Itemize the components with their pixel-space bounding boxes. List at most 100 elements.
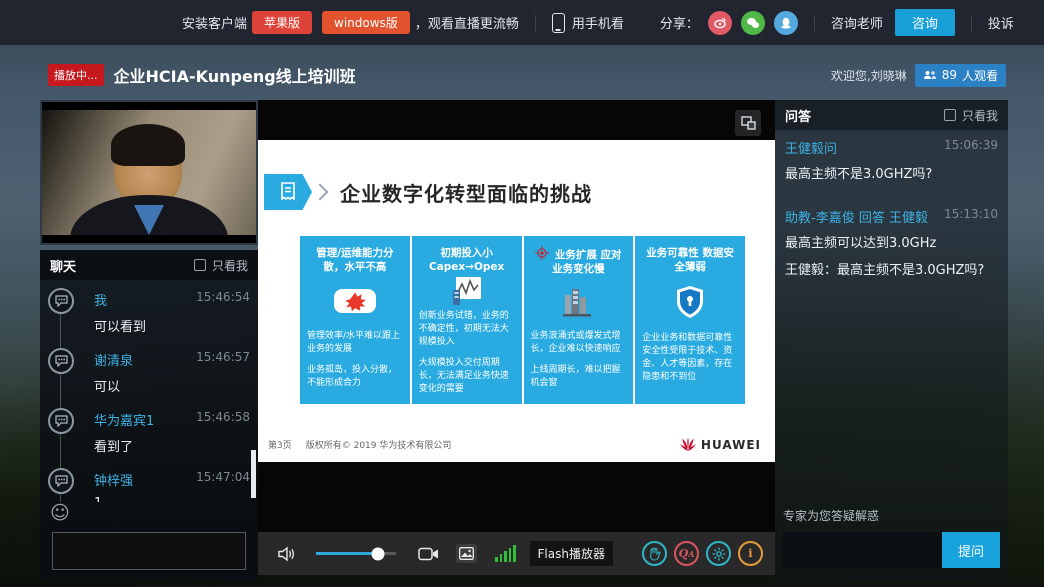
qa-user-name: 王健毅问 <box>785 138 837 157</box>
huawei-brand-text: HUAWEI <box>701 438 761 452</box>
qa-timestamp: 15:06:39 <box>944 138 998 157</box>
apple-version-button[interactable]: 苹果版 <box>252 11 312 34</box>
consult-button[interactable]: 咨询 <box>895 9 955 36</box>
qa-footer: 专家为您答疑解惑 提问 <box>775 507 1008 582</box>
card-title: 初期投入小 Capex→Opex <box>419 246 515 276</box>
camera-icon[interactable] <box>418 547 440 561</box>
viewers-count: 89 <box>942 68 957 82</box>
chat-message-text: 可以看到 <box>94 316 250 335</box>
qa-message-line: 王健毅：最高主频不是3.0GHZ吗? <box>785 261 998 281</box>
presenter-webcam-video[interactable] <box>40 100 258 245</box>
chat-message-text: 1 <box>94 496 250 502</box>
card-icon <box>307 276 403 326</box>
player-controls: Flash播放器 QA i <box>258 532 775 575</box>
card-body-line: 管理效率/水平难以跟上业务的发展 <box>307 330 403 356</box>
question-input[interactable] <box>783 532 942 568</box>
chat-timestamp: 15:46:54 <box>196 290 250 309</box>
qa-message: 助教-李嘉俊 回答 王健毅 15:13:10 最高主频可以达到3.0GHz 王健毅… <box>785 207 998 281</box>
volume-fill <box>316 552 378 555</box>
chevron-icon <box>312 184 329 201</box>
emoji-button[interactable]: ☺ <box>40 502 258 525</box>
mobile-label: 用手机看 <box>572 13 624 32</box>
qq-share-icon[interactable] <box>774 11 798 35</box>
chat-bubble-avatar-icon <box>48 348 74 374</box>
chat-title: 聊天 <box>50 256 76 275</box>
share-label: 分享： <box>660 13 699 32</box>
chat-message-text: 可以 <box>94 376 250 395</box>
ask-question-button[interactable]: 提问 <box>942 532 1000 568</box>
divider <box>971 15 972 31</box>
chat-timestamp: 15:46:58 <box>196 410 250 429</box>
qa-message-line: 最高主频不是3.0GHZ吗? <box>785 165 998 185</box>
settings-gear-icon[interactable] <box>706 541 731 566</box>
qa-message: 王健毅问 15:06:39 最高主频不是3.0GHZ吗? <box>785 138 998 185</box>
phone-icon <box>552 13 565 33</box>
volume-knob[interactable] <box>372 547 385 560</box>
divider <box>535 15 536 31</box>
challenge-card: 初期投入小 Capex→Opex 创新业务试错，业务的不确定性，初期无法大规模投… <box>412 236 522 404</box>
volume-slider[interactable] <box>316 552 396 555</box>
card-body: 创新业务试错，业务的不确定性，初期无法大规模投入大规模投入交付周期长，无法满足业… <box>419 310 515 404</box>
complaint-button[interactable]: 投诉 <box>988 13 1014 32</box>
qa-title: 问答 <box>785 106 811 125</box>
chat-user-name: 谢清泉 <box>94 350 133 369</box>
card-body: 管理效率/水平难以跟上业务的发展业务孤岛，投入分散，不能形成合力 <box>307 330 403 398</box>
challenge-cards: 管理/运维能力分散，水平不高 管理效率/水平难以跟上业务的发展业务孤岛，投入分散… <box>300 236 745 404</box>
card-body: 业务浪涌式或爆发式增长，企业难以快速响应上线周期长，难以把握机会窗 <box>531 330 627 398</box>
left-column: 聊天 只看我 我 15:46:54 可以看到 <box>40 100 258 582</box>
chat-timestamp: 15:47:04 <box>196 470 250 489</box>
info-button[interactable]: i <box>738 541 763 566</box>
playing-status-badge: 播放中... <box>48 64 104 86</box>
signal-strength-icon <box>495 545 516 562</box>
qa-only-me-filter[interactable]: 只看我 <box>944 107 998 124</box>
flash-player-label: Flash播放器 <box>530 541 613 566</box>
chat-message: 钟梓强 15:47:04 1 <box>48 470 250 502</box>
huawei-logo: HUAWEI <box>679 437 761 452</box>
chat-message-list[interactable]: 我 15:46:54 可以看到 谢清泉 15:46:57 可以 <box>40 280 258 502</box>
webcam-feed <box>42 110 256 235</box>
qa-button[interactable]: QA <box>674 541 699 566</box>
swap-view-icon[interactable] <box>735 110 761 136</box>
presentation-player: 企业数字化转型面临的挑战 管理/运维能力分散，水平不高 <box>258 100 775 575</box>
image-mode-icon[interactable] <box>456 544 477 563</box>
chat-bubble-avatar-icon <box>48 408 74 434</box>
slide-title: 企业数字化转型面临的挑战 <box>340 178 592 207</box>
viewers-badge: 89 人观看 <box>915 64 1006 87</box>
watch-on-mobile[interactable]: 用手机看 <box>552 13 624 33</box>
chat-message: 华为嘉宾1 15:46:58 看到了 <box>48 410 250 455</box>
chat-only-me-filter[interactable]: 只看我 <box>194 257 248 274</box>
slide-title-row: 企业数字化转型面临的挑战 <box>264 174 775 210</box>
chat-input[interactable] <box>52 532 246 570</box>
qa-message-line: 最高主频可以达到3.0GHz <box>785 234 998 254</box>
checkbox-icon[interactable] <box>944 109 956 121</box>
card-body-line: 企业业务和数据可靠性安全性受限于技术、资金、人才等因素，存在隐患和不到位 <box>642 332 738 384</box>
chat-panel: 聊天 只看我 我 15:46:54 可以看到 <box>40 250 258 582</box>
chat-scrollbar[interactable] <box>251 450 256 498</box>
card-icon <box>419 276 515 306</box>
chat-user-name: 华为嘉宾1 <box>94 410 154 429</box>
qa-timestamp: 15:13:10 <box>944 207 998 226</box>
speaker-icon[interactable] <box>278 546 298 562</box>
chat-bubble-avatar-icon <box>48 468 74 494</box>
qa-header: 问答 只看我 <box>775 100 1008 130</box>
consult-teacher-label: 咨询老师 <box>831 13 883 32</box>
qa-button-label: Q <box>679 547 689 560</box>
only-me-label: 只看我 <box>212 257 248 274</box>
chat-timestamp: 15:46:57 <box>196 350 250 369</box>
wechat-share-icon[interactable] <box>741 11 765 35</box>
checkbox-icon[interactable] <box>194 259 206 271</box>
card-body-line: 大规模投入交付周期长，无法满足业务快速变化的需要 <box>419 357 515 396</box>
slide-footer: 第3页 版权所有© 2019 华为技术有限公司 HUAWEI <box>268 437 761 452</box>
windows-version-button[interactable]: windows版 <box>322 11 410 34</box>
qa-message-lines: 最高主频不是3.0GHZ吗? <box>785 165 998 185</box>
weibo-share-icon[interactable] <box>708 11 732 35</box>
divider <box>814 15 815 31</box>
raise-hand-button[interactable] <box>642 541 667 566</box>
chat-user-name: 钟梓强 <box>94 470 133 489</box>
qa-message-list[interactable]: 王健毅问 15:06:39 最高主频不是3.0GHZ吗? 助教-李嘉俊 回答 王… <box>775 130 1008 311</box>
card-body-line: 上线周期长，难以把握机会窗 <box>531 364 627 390</box>
qa-message-lines: 最高主频可以达到3.0GHz 王健毅：最高主频不是3.0GHZ吗? <box>785 234 998 281</box>
slide-page-number: 第3页 <box>268 438 292 451</box>
qa-user-name: 助教-李嘉俊 回答 王健毅 <box>785 207 928 226</box>
qa-button-sub: A <box>688 549 694 559</box>
